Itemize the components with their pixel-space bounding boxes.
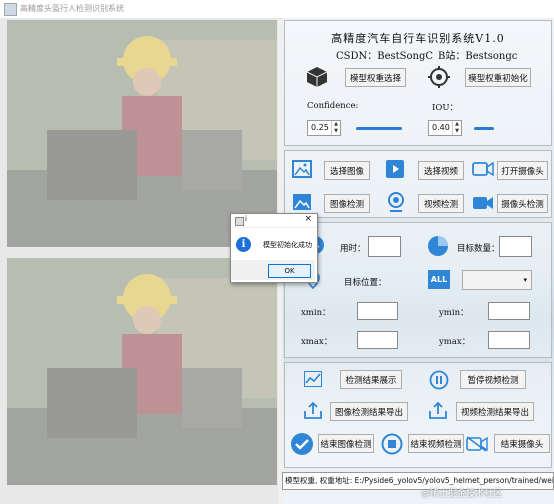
cube-icon [306, 67, 328, 87]
image-detect-button[interactable]: 图像检测 [324, 194, 370, 213]
confidence-slider[interactable] [356, 127, 402, 130]
pie-chart-icon [428, 236, 448, 256]
spin-arrows-icon[interactable]: ▲ ▼ [331, 121, 340, 135]
image-icon [292, 160, 312, 178]
video-icon [386, 160, 404, 178]
open-camera-button[interactable]: 打开摄像头 [497, 161, 548, 180]
confidence-value: 0.25 [311, 123, 329, 132]
iou-label: IOU： [432, 103, 458, 113]
target-count-field [499, 236, 532, 257]
ymin-label: ymin： [439, 308, 469, 318]
ymax-field [488, 331, 530, 349]
target-icon [428, 66, 450, 88]
select-video-button[interactable]: 选择视频 [418, 161, 464, 180]
xmin-field [357, 302, 398, 320]
camera-detect-icon [473, 197, 493, 209]
ymin-field [488, 302, 530, 320]
select-image-button[interactable]: 选择图像 [324, 161, 370, 180]
window-titlebar: 高精度头盔行人检测识别系统 [0, 0, 554, 19]
confidence-spinbox[interactable]: 0.25 ▲ ▼ [307, 120, 341, 136]
model-select-button[interactable]: 模型权重选择 [345, 68, 406, 87]
show-result-button[interactable]: 检测结果展示 [340, 370, 402, 389]
dialog-title: i [245, 215, 247, 223]
iou-spinbox[interactable]: 0.40 ▲ ▼ [428, 120, 462, 136]
camera-detect-button[interactable]: 摄像头检测 [497, 194, 548, 213]
xmax-field [357, 331, 398, 349]
status-bar: 模型权重, 权重地址: E:/Pyside6_yolov5/yolov5_hel… [282, 472, 554, 490]
dialog-app-icon [235, 217, 244, 226]
dialog-footer: OK [231, 260, 315, 280]
bilibili-label: B站：Bestsongc [438, 51, 518, 62]
info-icon: i [236, 237, 251, 252]
export-video-button[interactable]: 视频检测结果导出 [456, 402, 534, 421]
pause-video-button[interactable]: 暂停视频检测 [460, 370, 526, 389]
camera-off-icon [466, 436, 488, 452]
target-count-label: 目标数量： [457, 244, 500, 254]
line-chart-icon [304, 371, 322, 387]
pause-icon [429, 370, 449, 390]
time-value-field [368, 236, 401, 257]
webcam-icon [388, 192, 404, 212]
check-circle-icon [291, 433, 313, 455]
xmax-label: xmax： [301, 337, 333, 347]
target-position-label: 目标位置： [344, 278, 387, 288]
dialog-titlebar: i × [231, 214, 317, 228]
export-image-button[interactable]: 图像检测结果导出 [330, 402, 408, 421]
camera-icon [472, 161, 494, 177]
ok-button[interactable]: OK [268, 264, 311, 278]
spin-arrows-icon[interactable]: ▲ ▼ [452, 121, 461, 135]
time-label: 用时： [340, 244, 366, 254]
ymax-label: ymax： [439, 337, 471, 347]
upload-icon [304, 401, 322, 419]
target-position-combo[interactable]: ▾ [462, 270, 532, 290]
end-camera-button[interactable]: 结束摄像头 [494, 434, 550, 453]
iou-value: 0.40 [432, 123, 450, 132]
iou-slider[interactable] [474, 127, 494, 130]
message-dialog: i × i 模型初始化成功 OK [230, 213, 318, 283]
dialog-message: 模型初始化成功 [263, 241, 312, 249]
end-video-button[interactable]: 结束视频检测 [408, 434, 464, 453]
stop-icon [381, 433, 403, 455]
all-badge-icon: ALL [428, 270, 450, 289]
app-icon [4, 3, 17, 16]
confidence-label: Confidence: [307, 101, 359, 111]
end-image-button[interactable]: 结束图像检测 [318, 434, 374, 453]
xmin-label: xmin： [301, 308, 331, 318]
image-detect-icon [293, 194, 311, 210]
model-init-button[interactable]: 模型权重初始化 [465, 68, 531, 87]
watermark: @稀土掘金技术社区 [421, 489, 503, 499]
video-detect-button[interactable]: 视频检测 [418, 194, 464, 213]
close-icon[interactable]: × [304, 214, 312, 224]
window-title: 高精度头盔行人检测识别系统 [20, 4, 124, 13]
upload-icon [429, 401, 447, 419]
csdn-label: CSDN：BestSongC [336, 51, 434, 62]
chevron-down-icon: ▾ [523, 276, 527, 284]
result-image [7, 258, 277, 485]
app-title: 高精度汽车自行车识别系统V1.0 [331, 32, 505, 45]
